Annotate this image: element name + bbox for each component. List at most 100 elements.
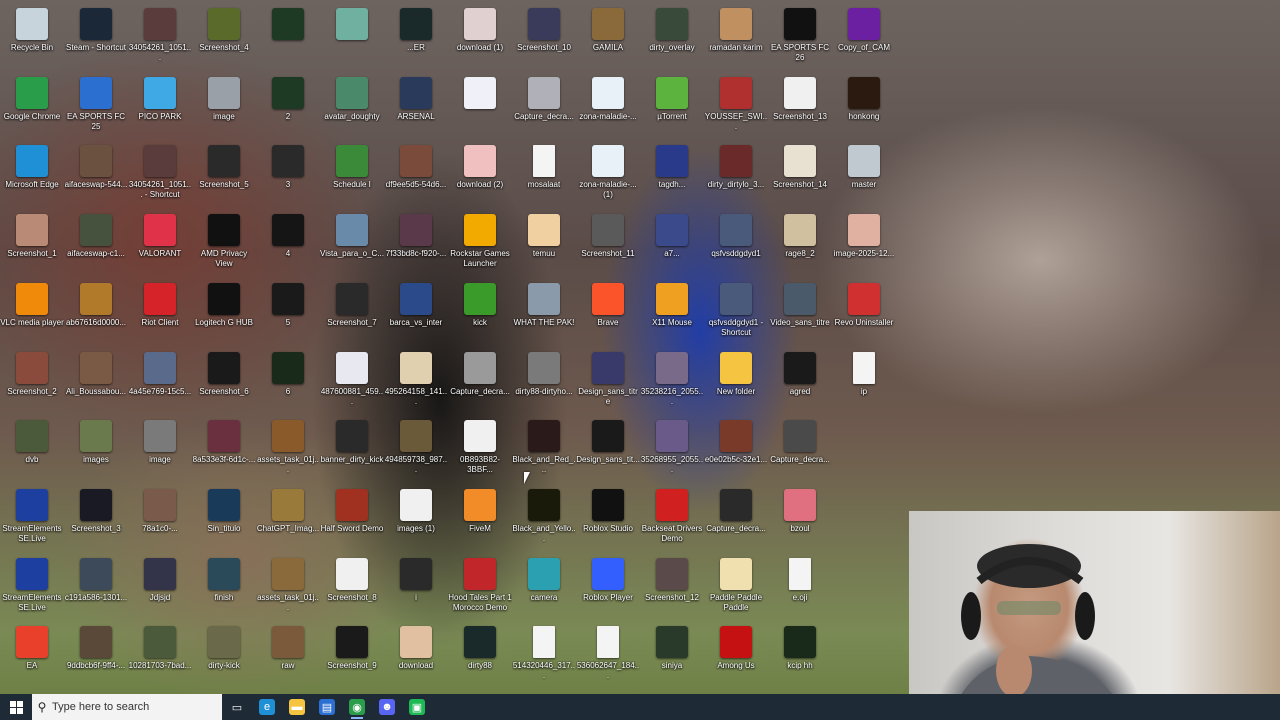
desktop-icon[interactable] <box>256 4 320 70</box>
desktop-icon[interactable]: master <box>832 141 896 207</box>
desktop-icon[interactable]: qsfvsddgdyd1 <box>704 210 768 276</box>
desktop-icon[interactable]: finish <box>192 554 256 620</box>
taskbar-chrome-button[interactable]: ◉ <box>342 694 372 720</box>
desktop-icon[interactable]: Screenshot_7 <box>320 279 384 345</box>
desktop-icon[interactable]: dirty88-dirtyho... <box>512 348 576 414</box>
desktop-icon[interactable]: Steam - Shortcut <box>64 4 128 70</box>
desktop-icon[interactable]: Screenshot_9 <box>320 622 384 688</box>
desktop-icon[interactable]: Backseat Drivers Demo <box>640 485 704 551</box>
desktop-icon[interactable]: 2 <box>256 73 320 139</box>
desktop-icon[interactable]: Screenshot_13 <box>768 73 832 139</box>
desktop-icon[interactable]: zona-maladie-... (1) <box>576 141 640 207</box>
desktop-icon[interactable]: Video_sans_titre <box>768 279 832 345</box>
desktop-icon[interactable]: Jdjsjd <box>128 554 192 620</box>
desktop-icon[interactable]: a7... <box>640 210 704 276</box>
desktop-icon[interactable]: Screenshot_4 <box>192 4 256 70</box>
desktop-icon[interactable]: agred <box>768 348 832 414</box>
desktop-icon[interactable]: barca_vs_inter <box>384 279 448 345</box>
desktop-icon[interactable]: ...ER <box>384 4 448 70</box>
desktop-icon[interactable]: c191a586-1301... <box>64 554 128 620</box>
desktop-icon[interactable]: dvb <box>0 416 64 482</box>
desktop-icon[interactable]: assets_task_01j... <box>256 416 320 482</box>
taskbar-file-explorer-button[interactable]: ▬ <box>282 694 312 720</box>
desktop-icon[interactable]: 4 <box>256 210 320 276</box>
desktop-icon[interactable]: StreamElements SE.Live <box>0 554 64 620</box>
desktop-icon[interactable]: Revo Uninstaller <box>832 279 896 345</box>
desktop-icon[interactable]: X11 Mouse <box>640 279 704 345</box>
desktop-icon[interactable]: µTorrent <box>640 73 704 139</box>
desktop-icon[interactable]: images (1) <box>384 485 448 551</box>
desktop-icon[interactable]: Logitech G HUB <box>192 279 256 345</box>
desktop-icon[interactable]: New folder <box>704 348 768 414</box>
desktop-icon[interactable]: 78a1c0-... <box>128 485 192 551</box>
desktop-icon[interactable]: download (2) <box>448 141 512 207</box>
desktop-icon[interactable]: Screenshot_2 <box>0 348 64 414</box>
desktop-icon[interactable]: Sin_titulo <box>192 485 256 551</box>
desktop-icon[interactable]: 4a45e769-15c5... <box>128 348 192 414</box>
desktop-icon[interactable]: 10281703-7bad... <box>128 622 192 688</box>
desktop-icon[interactable]: Black_and_Red_... <box>512 416 576 482</box>
desktop-icon[interactable]: 7f33bd8c-f920-... <box>384 210 448 276</box>
desktop-icon[interactable]: dirty_dirtylo_3... <box>704 141 768 207</box>
desktop-icon[interactable]: image-2025-12... <box>832 210 896 276</box>
desktop-icon[interactable]: Roblox Studio <box>576 485 640 551</box>
desktop-icon[interactable]: df9ee5d5-54d6... <box>384 141 448 207</box>
desktop-icon[interactable]: raw <box>256 622 320 688</box>
desktop-icon[interactable]: Paddle Paddle Paddle <box>704 554 768 620</box>
desktop-icon[interactable]: bzoul <box>768 485 832 551</box>
desktop-icon[interactable]: Screenshot_1 <box>0 210 64 276</box>
desktop-icon[interactable]: Screenshot_11 <box>576 210 640 276</box>
desktop-icon[interactable]: Google Chrome <box>0 73 64 139</box>
desktop-icon[interactable]: 0B893B82-3BBF... <box>448 416 512 482</box>
desktop-icon[interactable]: download <box>384 622 448 688</box>
desktop-icon[interactable]: aifaceswap-544... <box>64 141 128 207</box>
desktop-icon[interactable]: Half Sword Demo <box>320 485 384 551</box>
desktop-icon[interactable]: Rockstar Games Launcher <box>448 210 512 276</box>
desktop-icon[interactable]: e.oji <box>768 554 832 620</box>
desktop-icon[interactable]: Design_sans_titre <box>576 348 640 414</box>
desktop-icon[interactable]: honkong <box>832 73 896 139</box>
desktop-icon[interactable]: Brave <box>576 279 640 345</box>
desktop-icon[interactable]: Capture_decra... <box>704 485 768 551</box>
desktop-icon[interactable] <box>320 4 384 70</box>
desktop-icon[interactable]: EA <box>0 622 64 688</box>
desktop-icon[interactable]: 35238216_2055... <box>640 348 704 414</box>
desktop-icon[interactable]: Recycle Bin <box>0 4 64 70</box>
taskbar-store-button[interactable]: ▤ <box>312 694 342 720</box>
desktop-icon[interactable]: Ali_Boussabou... <box>64 348 128 414</box>
desktop-icon[interactable]: 514320446_317... <box>512 622 576 688</box>
desktop-icon[interactable]: kcip hh <box>768 622 832 688</box>
desktop-icon[interactable]: ab67616d0000... <box>64 279 128 345</box>
desktop-icon[interactable]: image <box>192 73 256 139</box>
desktop-icon[interactable]: ip <box>832 348 896 414</box>
desktop-icon[interactable] <box>448 73 512 139</box>
desktop-icon[interactable]: EA SPORTS FC 25 <box>64 73 128 139</box>
desktop-icon[interactable]: 34054261_1051... <box>128 4 192 70</box>
desktop-icon[interactable]: PICO PARK <box>128 73 192 139</box>
desktop-icon[interactable]: assets_task_01j... <box>256 554 320 620</box>
desktop-icon[interactable]: tagdh... <box>640 141 704 207</box>
desktop-icon[interactable]: Design_sans_tit... <box>576 416 640 482</box>
desktop-icon[interactable]: rage8_2 <box>768 210 832 276</box>
desktop-icon[interactable]: Black_and_Yello... <box>512 485 576 551</box>
desktop-icon[interactable]: e0e02b5c-32e1... <box>704 416 768 482</box>
desktop-icon[interactable]: Roblox Player <box>576 554 640 620</box>
desktop-icon[interactable]: ChatGPT_Imag... <box>256 485 320 551</box>
desktop-icon[interactable]: AMD Privacy View <box>192 210 256 276</box>
desktop-icon[interactable]: Screenshot_10 <box>512 4 576 70</box>
desktop-icon[interactable]: YOUSSEF_SWI... <box>704 73 768 139</box>
desktop-icon[interactable]: image <box>128 416 192 482</box>
desktop-icon[interactable]: 495264158_141... <box>384 348 448 414</box>
desktop-icon[interactable]: temuu <box>512 210 576 276</box>
desktop-icon[interactable]: images <box>64 416 128 482</box>
desktop-icon[interactable]: dirty88 <box>448 622 512 688</box>
desktop-icon[interactable]: EA SPORTS FC 26 <box>768 4 832 70</box>
desktop-icon[interactable]: Screenshot_6 <box>192 348 256 414</box>
desktop-icon[interactable]: 494859738_987... <box>384 416 448 482</box>
desktop-icon[interactable]: FiveM <box>448 485 512 551</box>
desktop-icon[interactable]: avatar_doughty <box>320 73 384 139</box>
desktop-icon[interactable]: Hood Tales Part 1 Morocco Demo <box>448 554 512 620</box>
desktop-icon[interactable]: ramadan karim <box>704 4 768 70</box>
desktop-icon[interactable]: Microsoft Edge <box>0 141 64 207</box>
desktop-icon[interactable]: camera <box>512 554 576 620</box>
